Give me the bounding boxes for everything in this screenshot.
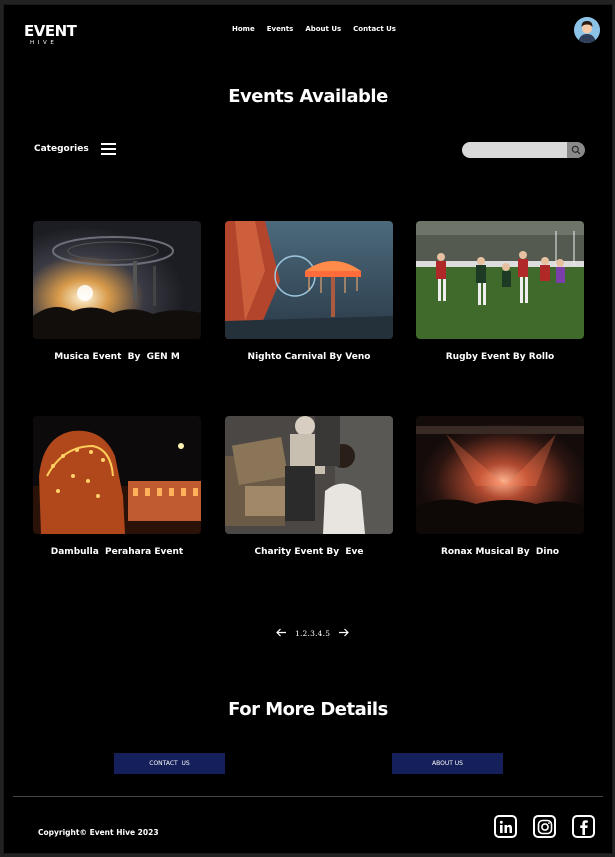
arrow-right-icon: [339, 628, 350, 637]
facebook-link[interactable]: [572, 815, 595, 838]
contact-us-button[interactable]: CONTACT US: [114, 753, 225, 774]
event-image: [33, 221, 201, 339]
event-card[interactable]: Musica Event By GEN M: [33, 221, 201, 362]
logo-subtext: HIVE: [30, 40, 58, 46]
event-title: Charity Event By Eve: [254, 547, 364, 557]
event-card[interactable]: Nighto Carnival By Veno: [225, 221, 393, 362]
categories-label: Categories: [34, 144, 89, 154]
categories-menu[interactable]: Categories: [34, 143, 116, 155]
nav-contact-us[interactable]: Contact Us: [353, 25, 396, 33]
more-details-title: For More Details: [228, 699, 388, 720]
pagination: 1.2.3.4.5: [276, 624, 350, 642]
nav-events[interactable]: Events: [267, 25, 294, 33]
event-image: [225, 221, 393, 339]
main-nav: Home Events About Us Contact Us: [232, 25, 396, 33]
event-title: Ronax Musical By Dino: [440, 547, 560, 557]
event-title: Dambulla Perahara Event: [50, 547, 184, 557]
linkedin-link[interactable]: [494, 815, 517, 838]
prev-page-button[interactable]: [276, 624, 287, 642]
about-us-button[interactable]: ABOUT US: [392, 753, 503, 774]
avatar[interactable]: [574, 17, 600, 43]
logo[interactable]: EVENT HIVE: [24, 22, 77, 47]
event-card[interactable]: Rugby Event By Rollo: [416, 221, 584, 362]
page-numbers[interactable]: 1.2.3.4.5: [295, 629, 330, 638]
footer-divider: [13, 796, 603, 797]
hamburger-menu-icon: [100, 143, 116, 155]
search-bar: [462, 142, 585, 158]
event-image: [416, 221, 584, 339]
nav-about-us[interactable]: About Us: [305, 25, 341, 33]
event-card[interactable]: Charity Event By Eve: [225, 416, 393, 557]
instagram-link[interactable]: [533, 815, 556, 838]
nav-home[interactable]: Home: [232, 25, 255, 33]
event-image: [33, 416, 201, 534]
copyright-text: Copyright© Event Hive 2023: [38, 828, 159, 837]
event-title: Rugby Event By Rollo: [445, 352, 555, 362]
facebook-icon: [579, 819, 588, 835]
search-icon: [571, 145, 581, 155]
event-image: [416, 416, 584, 534]
event-card[interactable]: Dambulla Perahara Event: [33, 416, 201, 557]
arrow-left-icon: [276, 628, 286, 637]
page: EVENT HIVE Home Events About Us Contact …: [3, 4, 613, 854]
user-avatar-icon: [574, 17, 600, 43]
event-image: [225, 416, 393, 534]
linkedin-icon: [499, 820, 512, 833]
search-button[interactable]: [567, 142, 585, 158]
event-title: Nighto Carnival By Veno: [247, 352, 371, 362]
event-card[interactable]: Ronax Musical By Dino: [416, 416, 584, 557]
event-title: Musica Event By GEN M: [54, 352, 180, 362]
instagram-icon: [537, 819, 552, 834]
page-title: Events Available: [228, 86, 388, 107]
next-page-button[interactable]: [338, 624, 350, 642]
search-input[interactable]: [462, 142, 567, 158]
logo-text: EVENT: [24, 22, 77, 40]
